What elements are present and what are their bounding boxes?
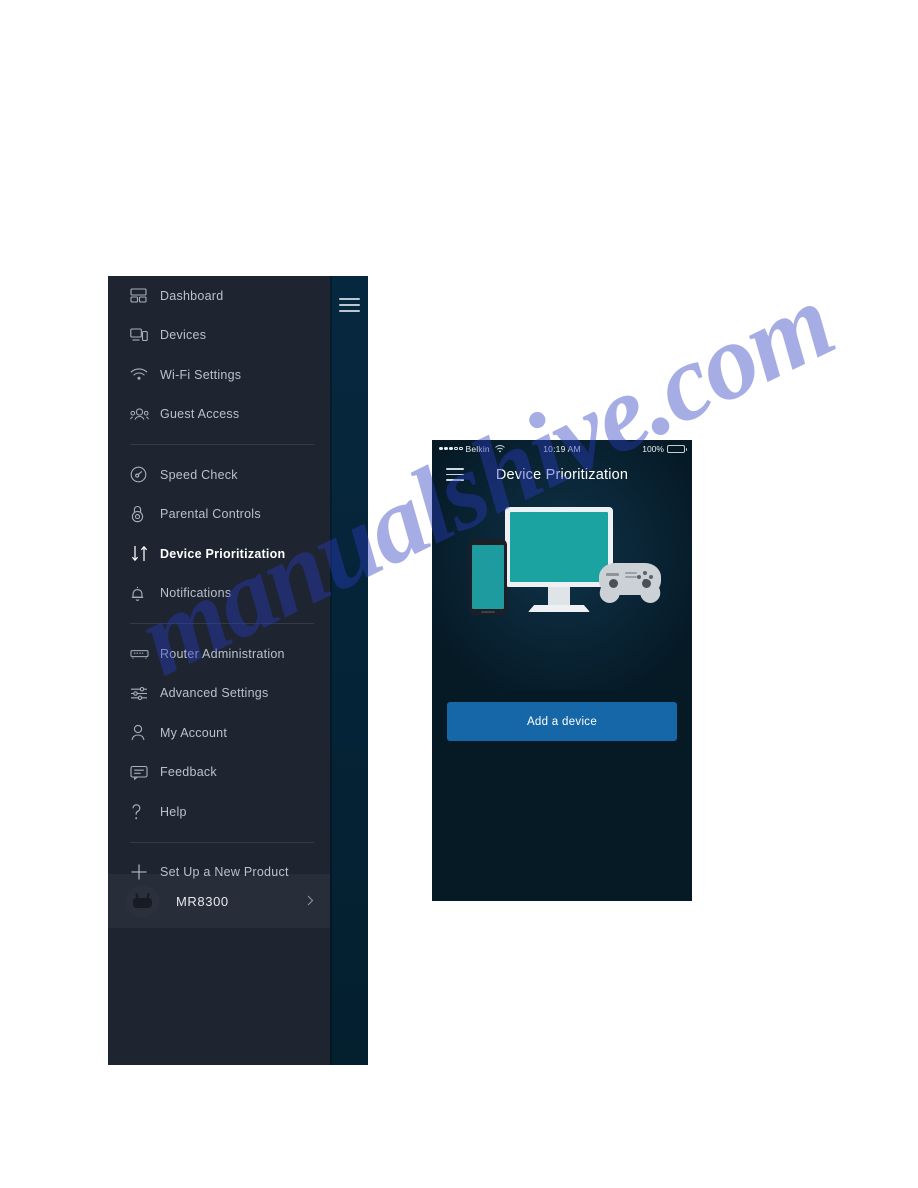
sliders-icon xyxy=(130,681,160,705)
hamburger-bar xyxy=(339,298,360,300)
hamburger-bar xyxy=(339,310,360,312)
up-down-arrows-icon xyxy=(130,542,160,566)
desktop-monitor-illustration xyxy=(505,507,613,587)
sidebar-item-devices[interactable]: Devices xyxy=(108,316,330,356)
hamburger-menu-icon[interactable] xyxy=(446,468,464,481)
monitor-screen xyxy=(510,512,608,582)
sidebar-item-label: Devices xyxy=(160,328,207,343)
sidebar-item-label: Help xyxy=(160,804,187,819)
phone-app-header: Device Prioritization xyxy=(432,457,692,493)
status-bar-right: 100% xyxy=(642,443,687,454)
sidebar-item-notifications[interactable]: Notifications xyxy=(108,574,330,614)
controller-center-line xyxy=(625,576,637,578)
sidebar-item-label: Dashboard xyxy=(160,288,224,303)
sidebar-item-label: Speed Check xyxy=(160,467,238,482)
hamburger-bar xyxy=(339,304,360,306)
devices-illustration xyxy=(432,499,692,642)
controller-center-line xyxy=(625,572,637,574)
add-device-button[interactable]: Add a device xyxy=(447,702,677,741)
smartphone-screen xyxy=(472,545,504,609)
battery-percent: 100% xyxy=(642,443,664,454)
sidebar-accent-strip xyxy=(330,276,368,1065)
controller-stick-right xyxy=(642,579,651,588)
smartphone-home-bar xyxy=(481,611,495,613)
monitor-stand-neck xyxy=(548,587,570,607)
sidebar-item-advanced-settings[interactable]: Advanced Settings xyxy=(108,674,330,714)
page-title: Device Prioritization xyxy=(495,467,629,483)
wifi-icon xyxy=(130,363,160,387)
game-controller-illustration xyxy=(597,559,663,606)
phone-status-bar: Belkin 10:19 AM 100% xyxy=(432,440,692,457)
sidebar-item-guest-access[interactable]: Guest Access xyxy=(108,395,330,435)
phone-mockup: Belkin 10:19 AM 100% Device Prioritizati… xyxy=(432,440,692,901)
sidebar-item-label: Notifications xyxy=(160,586,232,601)
menu-divider xyxy=(130,444,314,445)
sidebar-item-router-administration[interactable]: Router Administration xyxy=(108,634,330,674)
menu-divider xyxy=(130,841,314,843)
sidebar-item-label: Feedback xyxy=(160,765,217,780)
sidebar-item-label: My Account xyxy=(160,725,228,740)
question-mark-icon xyxy=(130,800,160,824)
menu-divider xyxy=(130,623,314,624)
router-icon xyxy=(130,642,160,666)
sidebar-current-device-row[interactable]: MR8300 xyxy=(108,874,330,928)
sidebar-item-wifi-settings[interactable]: Wi-Fi Settings xyxy=(108,355,330,395)
sidebar-item-label: Wi-Fi Settings xyxy=(160,367,242,382)
chevron-right-icon xyxy=(307,895,314,906)
controller-stick-left xyxy=(609,579,618,588)
sidebar-item-help[interactable]: Help xyxy=(108,792,330,832)
hamburger-bar xyxy=(446,473,464,475)
parental-controls-icon xyxy=(130,502,160,526)
current-device-name: MR8300 xyxy=(176,893,229,909)
sidebar-item-device-prioritization[interactable]: Device Prioritization xyxy=(108,534,330,574)
person-icon xyxy=(130,721,160,745)
sidebar-item-feedback[interactable]: Feedback xyxy=(108,753,330,793)
sidebar-item-label: Router Administration xyxy=(160,646,285,661)
router-avatar-icon xyxy=(126,884,159,918)
sidebar-item-dashboard[interactable]: Dashboard xyxy=(108,276,330,316)
controller-dpad xyxy=(606,573,619,576)
speech-bubble-icon xyxy=(130,760,160,784)
hamburger-menu-icon[interactable] xyxy=(339,298,360,313)
sidebar-item-parental-controls[interactable]: Parental Controls xyxy=(108,495,330,535)
bell-icon xyxy=(130,581,160,605)
controller-body xyxy=(599,563,661,595)
hamburger-bar xyxy=(446,468,464,470)
battery-full-icon xyxy=(667,444,687,453)
sidebar-item-label: Advanced Settings xyxy=(160,686,269,701)
sidebar-item-label: Guest Access xyxy=(160,407,240,422)
sidebar-item-speed-check[interactable]: Speed Check xyxy=(108,455,330,495)
guest-access-icon xyxy=(130,402,160,426)
smartphone-illustration xyxy=(469,539,507,615)
dashboard-icon xyxy=(130,284,160,308)
sidebar-menu-list: Dashboard Devices Wi-Fi Settings Guest A… xyxy=(108,276,330,1065)
sidebar-item-label: Parental Controls xyxy=(160,507,261,522)
navigation-sidebar-panel: Dashboard Devices Wi-Fi Settings Guest A… xyxy=(108,276,368,1065)
hamburger-bar xyxy=(446,479,464,481)
sidebar-item-my-account[interactable]: My Account xyxy=(108,713,330,753)
devices-icon xyxy=(130,323,160,347)
sidebar-item-label: Device Prioritization xyxy=(160,546,286,561)
speedometer-icon xyxy=(130,463,160,487)
monitor-stand-base xyxy=(528,605,590,612)
